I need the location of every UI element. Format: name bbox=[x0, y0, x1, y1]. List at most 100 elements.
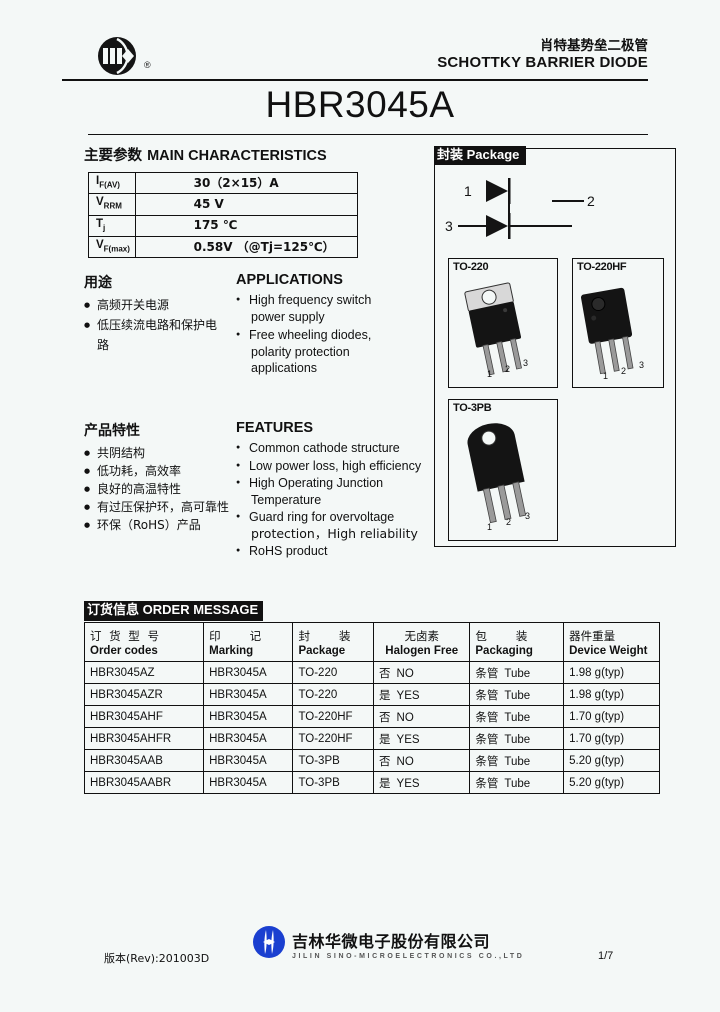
list-item-label: 环保（RoHS）产品 bbox=[97, 518, 201, 532]
list-item-label-cont: protection，High reliability bbox=[251, 525, 418, 541]
packaging-en: Tube bbox=[504, 689, 531, 702]
cell-package: TO-3PB bbox=[292, 771, 375, 794]
packaging-cn: 条管 bbox=[475, 753, 499, 768]
char-subscript: j bbox=[103, 222, 106, 232]
cell-package: TO-220HF bbox=[292, 727, 375, 750]
to3pb-drawing-icon: 1 2 3 bbox=[467, 423, 530, 532]
char-symbol-cell: Tj bbox=[88, 214, 136, 237]
halogen-free-en: YES bbox=[396, 689, 420, 702]
cell-marking: HBR3045A bbox=[203, 771, 294, 794]
halogen-free-en: YES bbox=[396, 777, 420, 790]
page-header: ® 肖特基势垒二极管 SCHOTTKY BARRIER DIODE bbox=[88, 34, 648, 80]
list-item-label: High frequency switch bbox=[249, 293, 372, 307]
list-item: High frequency switch power supply bbox=[236, 292, 426, 325]
column-header-device-weight: 器件重量 Device Weight bbox=[563, 622, 660, 662]
cell-packaging: 条管 Tube bbox=[469, 705, 565, 728]
halogen-free-en: NO bbox=[396, 667, 414, 680]
table-row: Tj 175 ℃ bbox=[88, 214, 359, 237]
table-row: VRRM 45 V bbox=[88, 193, 359, 216]
footer-revision: 版本(Rev):201003D bbox=[104, 952, 210, 965]
cell-marking: HBR3045A bbox=[203, 727, 294, 750]
package-label-to220: TO-220 bbox=[453, 261, 489, 273]
char-symbol-cell: VRRM bbox=[88, 193, 136, 216]
applications-english-block: APPLICATIONS High frequency switch power… bbox=[236, 272, 426, 379]
cell-order-code: HBR3045AHF bbox=[83, 705, 205, 728]
table-header-row: 订 货 型 号 Order codes 印 记 Marking 封 装 Pack… bbox=[83, 622, 660, 662]
applications-list-en: High frequency switch power supply Free … bbox=[236, 292, 426, 377]
registered-trademark-icon: ® bbox=[144, 60, 151, 70]
package-tag-en: Package bbox=[466, 147, 520, 162]
column-header-order-codes: 订 货 型 号 Order codes bbox=[83, 622, 205, 662]
column-header-packaging: 包 装 Packaging bbox=[469, 622, 565, 662]
halogen-free-cn: 是 bbox=[379, 775, 391, 790]
order-message-table: 订 货 型 号 Order codes 印 记 Marking 封 装 Pack… bbox=[83, 622, 660, 794]
char-symbol-cell: IF(AV) bbox=[88, 171, 136, 195]
char-symbol-cell: VF(max) bbox=[88, 235, 136, 259]
package-label-to3pb: TO-3PB bbox=[453, 402, 492, 414]
list-item-label: Guard ring for overvoltage bbox=[249, 510, 395, 524]
order-tag-en: ORDER MESSAGE bbox=[142, 602, 259, 617]
list-item: Guard ring for overvoltage protection，Hi… bbox=[236, 509, 426, 542]
footer-company-block: 吉林华微电子股份有限公司 JILIN SINO-MICROELECTRONICS… bbox=[292, 928, 522, 960]
order-message-tag: 订货信息 ORDER MESSAGE bbox=[84, 601, 264, 621]
halogen-free-cn: 是 bbox=[379, 687, 391, 702]
list-item-label: 低压续流电路和保护电 bbox=[97, 318, 218, 332]
list-item-label: RoHS product bbox=[249, 544, 328, 558]
cell-marking: HBR3045A bbox=[203, 749, 294, 772]
applications-heading-cn: 用途 bbox=[84, 275, 112, 291]
cell-marking: HBR3045A bbox=[203, 661, 294, 684]
order-tag-cn: 订货信息 bbox=[87, 603, 140, 618]
list-item: Free wheeling diodes, polarity protectio… bbox=[236, 327, 426, 377]
svg-text:3: 3 bbox=[523, 358, 528, 368]
cell-order-code: HBR3045AZ bbox=[83, 661, 205, 684]
cell-halogen-free: 是 YES bbox=[373, 727, 471, 750]
svg-text:1: 1 bbox=[487, 369, 492, 379]
list-item-label: 高频开关电源 bbox=[97, 298, 170, 312]
cell-order-code: HBR3045AHFR bbox=[83, 727, 205, 750]
cell-marking: HBR3045A bbox=[203, 683, 294, 706]
table-row: HBR3045AZ HBR3045A TO-220 否 NO 条管 Tube 1.98 g(t… bbox=[83, 661, 660, 684]
features-list-en: Common cathode structure Low power loss,… bbox=[236, 440, 426, 560]
cell-packaging: 条管 Tube bbox=[469, 683, 565, 706]
header-divider-bottom bbox=[88, 134, 648, 135]
list-item-label-cont: Temperature bbox=[251, 492, 322, 507]
applications-list-cn: 高频开关电源 低压续流电路和保护电 bbox=[84, 297, 234, 334]
svg-text:2: 2 bbox=[621, 366, 626, 376]
packaging-en: Tube bbox=[504, 755, 531, 768]
list-item: 有过压保护环，高可靠性 bbox=[84, 499, 234, 516]
cell-halogen-free: 是 YES bbox=[373, 771, 471, 794]
package-label-to220hf: TO-220HF bbox=[577, 261, 627, 273]
char-subscript: F(max) bbox=[103, 244, 130, 254]
column-header-package: 封 装 Package bbox=[292, 622, 375, 662]
table-row: HBR3045AABR HBR3045A TO-3PB 是 YES 条管 Tube 5.20 … bbox=[83, 771, 660, 794]
svg-text:2: 2 bbox=[506, 517, 511, 527]
packaging-en: Tube bbox=[504, 711, 531, 724]
list-item-label: 有过压保护环，高可靠性 bbox=[97, 500, 230, 514]
main-characteristics-heading-cn: 主要参数 bbox=[84, 148, 142, 164]
list-item: 良好的高温特性 bbox=[84, 481, 234, 498]
svg-text:2: 2 bbox=[505, 364, 510, 374]
to220hf-drawing-icon: 1 2 3 bbox=[581, 287, 644, 381]
applications-list-cn-continuation: 路 bbox=[97, 338, 110, 352]
cell-device-weight: 5.20 g(typ) bbox=[563, 771, 660, 794]
column-header-marking: 印 记 Marking bbox=[203, 622, 294, 662]
header-divider-top bbox=[62, 79, 648, 81]
svg-text:3: 3 bbox=[639, 360, 644, 370]
halogen-free-cn: 否 bbox=[379, 753, 391, 768]
schematic-pin-3-label: 3 bbox=[445, 218, 453, 234]
cell-halogen-free: 否 NO bbox=[373, 749, 471, 772]
table-row: HBR3045AAB HBR3045A TO-3PB 否 NO 条管 Tube 5.20 g(… bbox=[83, 749, 660, 772]
cell-device-weight: 1.70 g(typ) bbox=[563, 705, 660, 728]
packaging-cn: 条管 bbox=[475, 709, 499, 724]
page-title: HBR3045A bbox=[265, 84, 455, 125]
list-item: 高频开关电源 bbox=[84, 297, 234, 314]
packaging-en: Tube bbox=[504, 667, 531, 680]
table-row: HBR3045AHF HBR3045A TO-220HF 否 NO 条管 Tube 1.70 … bbox=[83, 705, 660, 728]
main-characteristics-heading-en: MAIN CHARACTERISTICS bbox=[147, 148, 327, 164]
list-item: 环保（RoHS）产品 bbox=[84, 517, 234, 534]
list-item: RoHS product bbox=[236, 543, 426, 560]
footer-company-name-cn: 吉林华微电子股份有限公司 bbox=[292, 932, 491, 951]
char-symbol: V bbox=[96, 238, 104, 251]
main-characteristics-heading: 主要参数 MAIN CHARACTERISTICS bbox=[84, 144, 327, 165]
char-subscript: RRM bbox=[103, 201, 122, 211]
